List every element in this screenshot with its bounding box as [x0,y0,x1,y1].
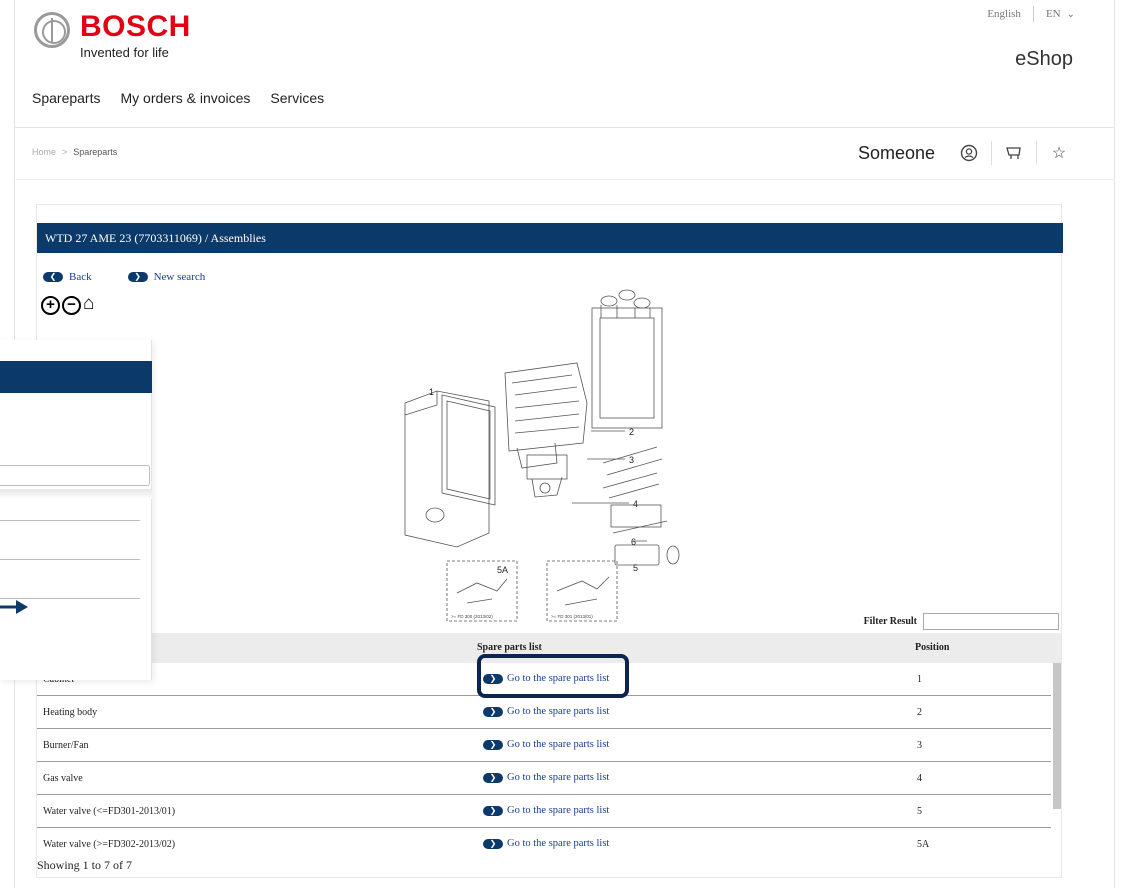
position-value: 2 [917,707,922,718]
panel-title: WTD 27 AME 23 (7703311069) / Assemblies [37,223,1063,253]
language-selector[interactable]: English EN ⌄ [987,6,1075,22]
cart-icon[interactable] [1000,140,1028,166]
pagination-info: Showing 1 to 7 of 7 [37,858,133,872]
table-row: Water valve (<=FD301-2013/01) ❯ Go to th… [37,795,1051,828]
nav-item-spareparts[interactable]: Spareparts [32,90,100,106]
chevron-right-icon: ❯ [483,805,503,816]
header-spare-parts-list[interactable]: Spare parts list [477,642,542,653]
spare-parts-link[interactable]: ❯ Go to the spare parts list [483,838,609,849]
chevron-right-icon: ❯ [483,706,503,717]
account-area: Someone ☆ [858,140,1073,166]
new-search-label[interactable]: New search [154,271,206,283]
breadcrumb-current: Spareparts [73,147,118,157]
position-value: 3 [917,740,922,751]
divider [1032,6,1034,22]
callout-3: 3 [629,455,634,465]
divider [991,141,992,165]
user-name[interactable]: Someone [858,143,935,164]
caption-b: >= FD 301 (2013/01) [551,614,593,619]
chevron-right-icon: ❯ [483,739,503,750]
divider [1036,141,1037,165]
position-value: 5 [917,806,922,817]
shop-title: eShop [1015,48,1073,70]
user-circle-icon[interactable] [955,140,983,166]
table-row: Water valve (>=FD302-2013/02) ❯ Go to th… [37,828,1051,851]
chevron-right-icon: ❯ [127,272,148,282]
position-value: 4 [917,773,922,784]
brand-tagline: Invented for life [80,45,169,60]
overlay-divider [0,489,152,499]
bosch-logo[interactable]: BOSCH Invented for life [34,12,191,60]
site-header: BOSCH Invented for life English EN ⌄ eSh… [14,0,1115,128]
chevron-right-icon: ❯ [483,772,503,783]
callout-6: 6 [631,537,636,547]
overlay-header-bar [0,361,152,393]
filter-input[interactable] [923,613,1059,630]
spare-parts-link[interactable]: ❯ Go to the spare parts list [483,706,609,717]
sub-bar: Home > Spareparts Someone ☆ [14,128,1115,180]
bosch-armature-icon [34,12,70,48]
callout-5a: 5A [497,565,508,575]
brand-name: BOSCH [80,10,191,43]
home-icon[interactable]: ⌂ [83,294,103,315]
back-button[interactable]: ❮ Back [43,271,92,283]
table-row: Gas valve ❯ Go to the spare parts list 4 [37,762,1051,795]
position-value: 5A [917,839,930,850]
highlight-box [477,654,629,698]
side-overlay-panel [0,340,152,680]
chevron-down-icon[interactable]: ⌄ [1067,9,1075,20]
assembly-name: Burner/Fan [43,740,89,751]
breadcrumb-separator: > [62,147,68,157]
nav-item-services[interactable]: Services [270,90,324,106]
caption-a: >= FD 300 (2013/02) [451,614,493,619]
callout-2: 2 [629,427,634,437]
nav-item-orders-invoices[interactable]: My orders & invoices [120,90,250,106]
assembly-name: Water valve (>=FD302-2013/02) [43,839,176,850]
back-label[interactable]: Back [69,271,92,283]
overlay-divider [0,520,140,521]
breadcrumb: Home > Spareparts [32,147,117,157]
chevron-right-icon: ❯ [483,838,503,849]
callout-4: 4 [633,499,638,509]
new-search-button[interactable]: ❯ New search [127,271,206,283]
callout-5: 5 [633,563,638,573]
overlay-divider [0,559,140,560]
filter-result: Filter Result [864,613,1059,630]
zoom-out-icon[interactable]: − [62,295,81,315]
spare-parts-link[interactable]: ❯ Go to the spare parts list [483,805,609,816]
assemblies-panel: WTD 27 AME 23 (7703311069) / Assemblies … [36,204,1063,878]
filter-label: Filter Result [863,616,917,627]
header-position[interactable]: Position [915,642,949,653]
arrow-right-icon [0,600,28,614]
chevron-left-icon: ❮ [43,272,63,282]
spare-parts-link[interactable]: ❯ Go to the spare parts list [483,772,609,783]
panel-actions: ❮ Back ❯ New search [43,271,205,283]
main-nav: Spareparts My orders & invoices Services [32,90,324,106]
spare-parts-link[interactable]: ❯ Go to the spare parts list [483,739,609,750]
breadcrumb-home[interactable]: Home [32,147,56,157]
table-row: Burner/Fan ❯ Go to the spare parts list … [37,729,1051,762]
assembly-name: Gas valve [43,773,83,784]
assembly-name: Water valve (<=FD301-2013/01) [43,806,176,817]
zoom-in-icon[interactable]: + [41,295,60,315]
position-value: 1 [917,674,922,685]
table-row: Heating body ❯ Go to the spare parts lis… [37,696,1051,729]
language-label[interactable]: English [987,8,1021,20]
star-icon[interactable]: ☆ [1045,140,1073,166]
assembly-name: Heating body [43,707,98,718]
exploded-view-diagram[interactable]: 1 2 3 4 5 5A 6 >= FD 300 (2013/02) >= FD… [397,283,717,638]
language-code[interactable]: EN [1046,8,1061,20]
callout-1: 1 [429,387,434,397]
overlay-search-input[interactable] [0,465,150,486]
zoom-controls: + − ⌂ [41,294,103,315]
table-scrollbar[interactable] [1053,663,1061,809]
